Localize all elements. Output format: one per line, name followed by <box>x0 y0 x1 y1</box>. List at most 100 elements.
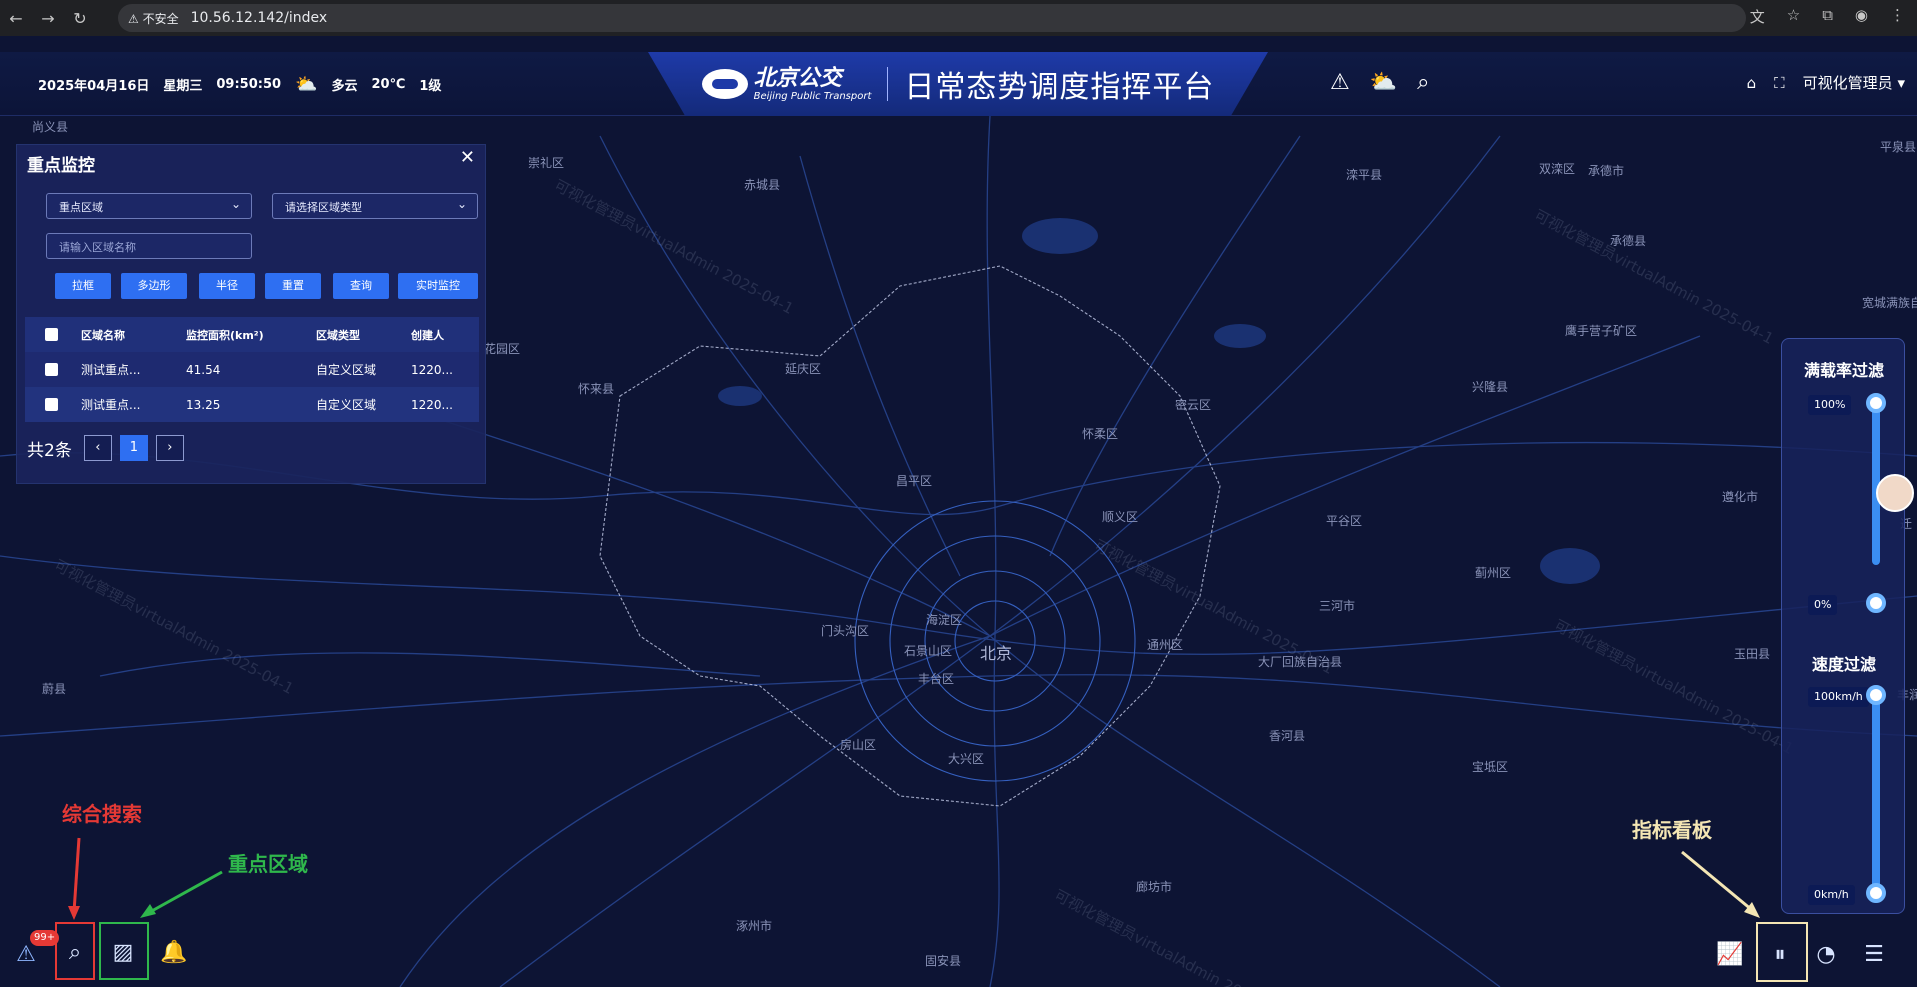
cell-creator: 1220... <box>411 397 453 412</box>
trend-chart-icon[interactable]: 📈 <box>1712 936 1748 972</box>
map-place-label: 平谷区 <box>1326 514 1363 528</box>
row-checkbox[interactable] <box>45 363 58 376</box>
map-place-label: 顺义区 <box>1102 510 1139 524</box>
home-icon[interactable]: ⌂ <box>1747 74 1757 92</box>
title-divider <box>887 67 889 101</box>
logo: 北京公交 Beijing Public Transport <box>701 65 872 102</box>
search-icon[interactable]: ⌕ <box>57 934 93 970</box>
map-place-label: 北京 <box>980 644 1013 663</box>
row-checkbox[interactable] <box>45 398 58 411</box>
map-place-label: 花园区 <box>484 342 521 356</box>
extensions-icon[interactable]: ⧉ <box>1822 6 1833 27</box>
page-button-current[interactable]: 1 <box>119 435 148 461</box>
header-date: 2025年04月16日 <box>38 79 150 94</box>
close-icon[interactable]: ✕ <box>460 147 475 168</box>
area-name-input[interactable]: 请输入区域名称 <box>46 233 252 259</box>
back-icon[interactable]: ← <box>0 9 32 28</box>
map-place-label: 宽城满族自治县 <box>1862 296 1917 310</box>
map-place-label: 兴隆县 <box>1472 380 1509 394</box>
search-history-icon[interactable]: ⌕ <box>1417 70 1429 95</box>
load-min-handle[interactable] <box>1866 593 1886 613</box>
fullscreen-icon[interactable]: ⛶ <box>1774 74 1785 92</box>
dashboard-icon[interactable]: ⏸ <box>1762 936 1798 972</box>
box-select-button[interactable]: 拉框 <box>55 273 111 299</box>
map-place-label: 海淀区 <box>926 613 963 627</box>
polygon-button[interactable]: 多边形 <box>121 273 187 299</box>
forward-icon[interactable]: → <box>32 9 64 28</box>
map-place-label: 尚义县 <box>32 120 69 134</box>
user-menu[interactable]: 可视化管理员 ▾ <box>1803 72 1905 93</box>
map-place-label: 固安县 <box>925 954 962 968</box>
annotation-key-area: 重点区域 <box>228 852 308 876</box>
total-count: 共2条 <box>27 440 72 461</box>
security-warning[interactable]: ⚠ 不安全 <box>128 10 179 27</box>
query-button[interactable]: 查询 <box>333 273 389 299</box>
history-icon[interactable]: ◔ <box>1808 936 1844 972</box>
platform-title: 日常态势调度指挥平台 <box>904 70 1215 105</box>
layers-icon[interactable]: ☰ <box>1856 936 1892 972</box>
pagination: 共2条 ‹ 1 › <box>27 435 184 461</box>
map-place-label: 鹰手营子矿区 <box>1565 324 1638 338</box>
cell-creator: 1220... <box>411 362 453 377</box>
map-place-label: 通州区 <box>1147 638 1184 652</box>
speed-slider-track[interactable] <box>1872 693 1880 893</box>
area-type-select[interactable]: 请选择区域类型 ⌄ <box>272 193 478 219</box>
browser-toolbar: ← → ↻ ⚠ 不安全 10.56.12.142/index 文 ☆ ⧉ ◉ ⋮ <box>0 0 1917 36</box>
annotation-search: 综合搜索 <box>62 802 142 826</box>
speed-max-label: 100km/h <box>1808 687 1869 707</box>
map-place-label: 赤城县 <box>744 178 781 192</box>
prev-page-button[interactable]: ‹ <box>83 435 112 461</box>
area-type-placeholder: 请选择区域类型 <box>285 201 362 214</box>
chevron-down-icon: ⌄ <box>230 197 241 211</box>
translate-icon[interactable]: 文 <box>1750 6 1765 27</box>
table-row[interactable]: 测试重点... 13.25 自定义区域 1220... <box>25 387 479 422</box>
map-place-label: 昌平区 <box>896 474 933 488</box>
header-time: 09:50:50 <box>216 77 282 92</box>
map-place-label: 延庆区 <box>785 362 822 376</box>
next-page-button[interactable]: › <box>155 435 184 461</box>
bell-icon[interactable]: 🔔 <box>156 934 192 970</box>
key-monitor-panel: 重点监控 ✕ 重点区域 ⌄ 请选择区域类型 ⌄ 请输入区域名称 拉框 多边形 半… <box>16 144 486 484</box>
panel-title: 重点监控 <box>27 156 95 176</box>
chevron-down-icon: ⌄ <box>456 197 467 211</box>
header-temperature: 20℃ <box>371 77 406 92</box>
key-area-icon[interactable]: ▨ <box>105 934 141 970</box>
browser-menu-icon[interactable]: ⋮ <box>1890 6 1905 27</box>
weather-forecast-icon[interactable]: ⛅ <box>1370 70 1397 95</box>
header-weekday: 星期三 <box>163 79 203 94</box>
map-place-label: 平泉县 <box>1880 140 1917 154</box>
reload-icon[interactable]: ↻ <box>64 9 96 28</box>
address-bar[interactable]: ⚠ 不安全 10.56.12.142/index <box>118 4 1746 32</box>
col-name-header: 区域名称 <box>81 328 125 342</box>
reset-button[interactable]: 重置 <box>265 273 321 299</box>
select-all-checkbox[interactable] <box>45 328 58 341</box>
header-wind: 1级 <box>419 79 442 94</box>
area-select[interactable]: 重点区域 ⌄ <box>46 193 252 219</box>
bookmark-star-icon[interactable]: ☆ <box>1787 6 1800 27</box>
map-place-label: 怀柔区 <box>1082 427 1119 441</box>
map-place-label: 玉田县 <box>1734 647 1771 661</box>
speed-min-handle[interactable] <box>1866 883 1886 903</box>
profile-icon[interactable]: ◉ <box>1855 6 1868 27</box>
cell-name: 测试重点... <box>81 398 141 412</box>
map-place-label: 蔚县 <box>42 682 67 696</box>
logo-en: Beijing Public Transport <box>753 90 872 102</box>
load-max-handle[interactable] <box>1866 393 1886 413</box>
cell-type: 自定义区域 <box>316 398 377 412</box>
speed-max-handle[interactable] <box>1866 685 1886 705</box>
map-place-label: 蓟州区 <box>1475 566 1512 580</box>
realtime-monitor-button[interactable]: 实时监控 <box>398 273 478 299</box>
assistant-avatar[interactable] <box>1876 474 1914 512</box>
load-min-label: 0% <box>1808 595 1838 615</box>
map-place-label: 承德市 <box>1588 164 1625 178</box>
logo-cn: 北京公交 <box>753 65 842 91</box>
col-area-header: 监控面积(km²) <box>186 328 264 342</box>
radius-button[interactable]: 半径 <box>199 273 255 299</box>
alarm-icon[interactable]: ⚠ <box>1330 70 1350 95</box>
table-row[interactable]: 测试重点... 41.54 自定义区域 1220... <box>25 352 479 387</box>
security-label: 不安全 <box>142 11 179 26</box>
map-place-label: 香河县 <box>1269 729 1306 743</box>
app-header: 2025年04月16日 星期三 09:50:50 ⛅ 多云 20℃ 1级 北京公… <box>0 52 1917 116</box>
alarm-count-badge: 99+ <box>30 930 60 946</box>
weather-icon: ⛅ <box>295 74 318 95</box>
